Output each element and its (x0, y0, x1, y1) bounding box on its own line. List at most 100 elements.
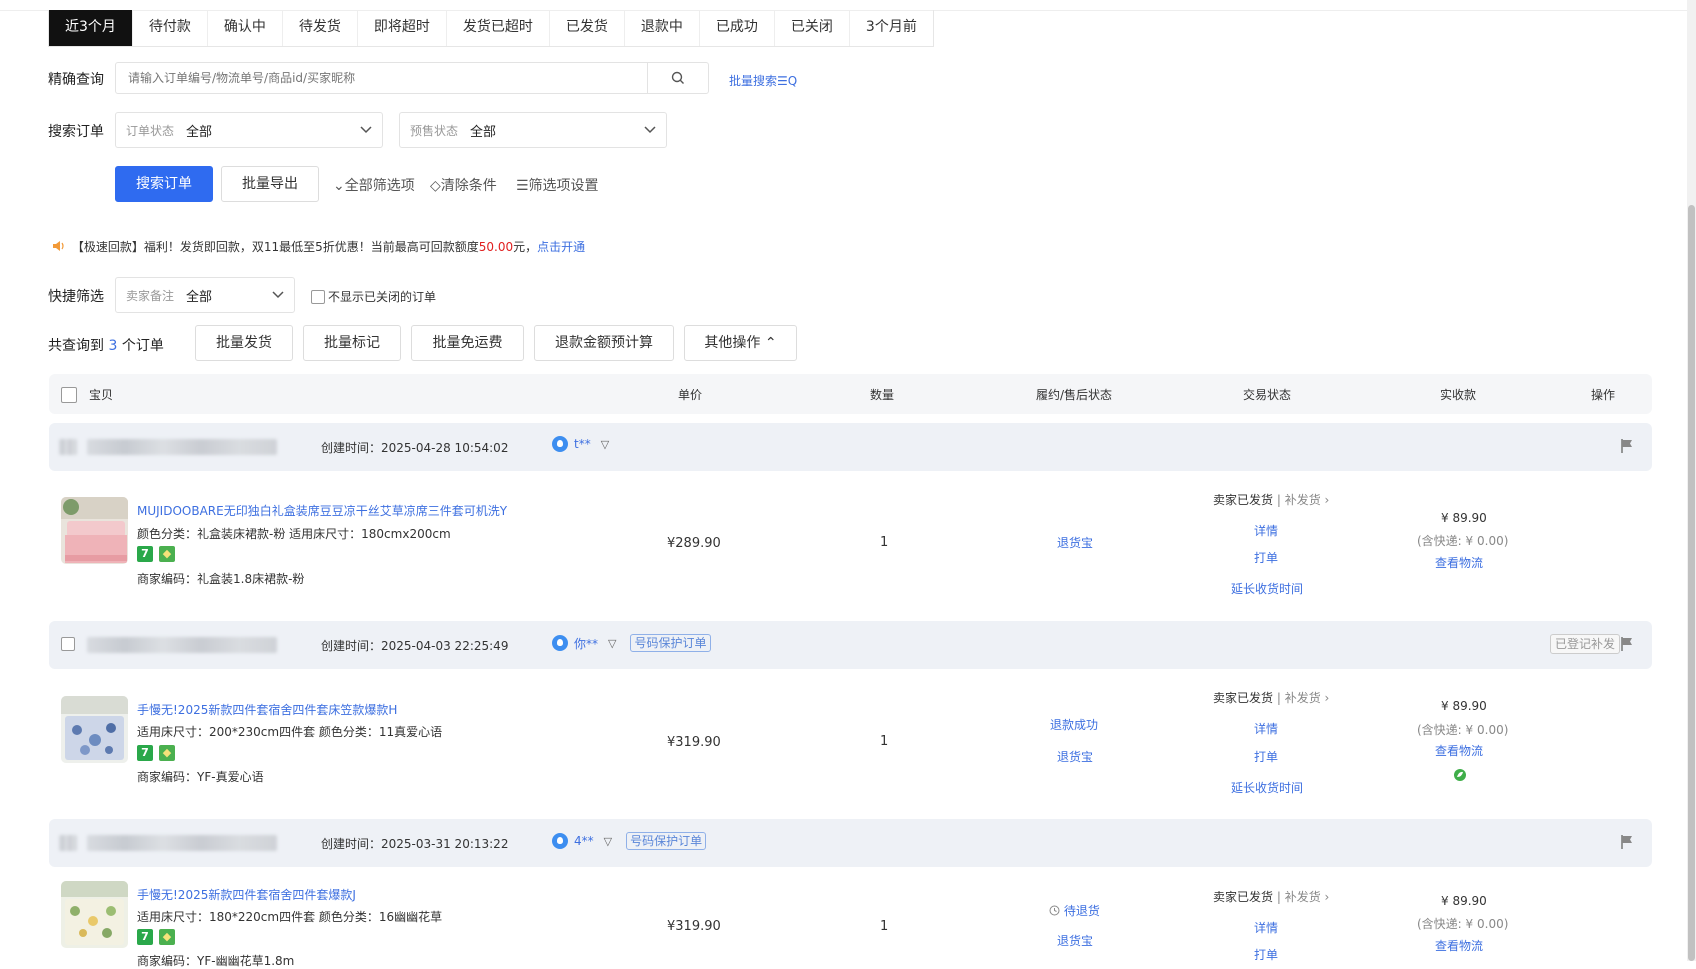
hide-closed-label: 不显示已关闭的订单 (328, 290, 437, 304)
shipping-insurance-icon: ◆ (159, 546, 175, 562)
order-id-blurred (87, 835, 277, 851)
trade-status-text: 卖家已发货 (1213, 691, 1274, 705)
buyer-info[interactable]: 你** ▽ 号码保护订单 (552, 634, 711, 652)
clear-conditions-button[interactable]: ◇清除条件 (430, 175, 497, 195)
batch-ship-button[interactable]: 批量发货 (195, 325, 293, 361)
batch-search-link[interactable]: 批量搜索☰Q (729, 72, 797, 89)
order-detail-link[interactable]: 详情 (1254, 919, 1278, 936)
order-detail-link[interactable]: 详情 (1254, 522, 1278, 539)
flag-icon[interactable] (1620, 636, 1634, 652)
notice-activate-link[interactable]: 点击开通 (537, 240, 585, 254)
batch-mark-button[interactable]: 批量标记 (303, 325, 401, 361)
seller-remark-select[interactable]: 卖家备注 全部 (115, 277, 295, 313)
tab-confirming[interactable]: 确认中 (208, 10, 283, 46)
order-id-blurred (87, 637, 277, 653)
tab-older-than-3-months[interactable]: 3个月前 (850, 10, 933, 46)
buyer-nickname[interactable]: t** (574, 437, 591, 451)
exact-search-input[interactable] (116, 63, 647, 93)
exact-search-label: 精确查询 (48, 72, 104, 88)
notice-text: 【极速回款】福利！发货即回款，双11最低至5折优惠！当前最高可回款额度 (71, 240, 479, 254)
buyer-nickname[interactable]: 4** (574, 834, 594, 848)
trade-status-text: 卖家已发货 (1213, 493, 1274, 507)
extend-receipt-link[interactable]: 延长收货时间 (1231, 779, 1303, 796)
exact-search-box (115, 62, 709, 94)
view-logistics-link[interactable]: 查看物流 (1435, 554, 1483, 571)
col-unit-price: 单价 (678, 388, 703, 402)
reship-link[interactable]: 补发货 (1285, 493, 1321, 507)
other-actions-button[interactable]: 其他操作 ⌃ (684, 325, 797, 361)
search-order-button[interactable]: 搜索订单 (115, 166, 213, 202)
print-order-link[interactable]: 打单 (1254, 946, 1278, 963)
filter-icon[interactable]: ▽ (601, 438, 609, 451)
view-logistics-link[interactable]: 查看物流 (1435, 937, 1483, 954)
filter-icon[interactable]: ▽ (608, 637, 616, 650)
batch-export-button[interactable]: 批量导出 (221, 166, 319, 202)
order-status-label: 订单状态 (126, 123, 175, 138)
tab-shipment-overdue[interactable]: 发货已超时 (447, 10, 550, 46)
buyer-avatar-icon (552, 833, 568, 849)
flag-icon[interactable] (1620, 834, 1634, 850)
trade-status: 卖家已发货 | 补发货 › (1213, 691, 1330, 705)
presale-status-select[interactable]: 预售状态 全部 (399, 112, 667, 148)
scrollbar-thumb[interactable] (1688, 205, 1695, 961)
buyer-nickname[interactable]: 你** (574, 635, 598, 652)
buyer-info[interactable]: 4** ▽ 号码保护订单 (552, 832, 707, 850)
tab-refunding[interactable]: 退款中 (625, 10, 700, 46)
order-detail-link[interactable]: 详情 (1254, 720, 1278, 737)
extend-receipt-link[interactable]: 延长收货时间 (1231, 580, 1303, 597)
filter-settings-button[interactable]: ☰筛选项设置 (516, 175, 599, 195)
seller-remark-label: 卖家备注 (126, 288, 175, 303)
buyer-avatar-icon (552, 635, 568, 651)
seven-day-return-icon: 7 (137, 929, 153, 945)
product-image[interactable] (61, 881, 128, 948)
reship-link[interactable]: 补发货 (1285, 890, 1321, 904)
product-spec: 适用床尺寸：200*230cm四件套 颜色分类：11真爱心语 (137, 725, 443, 739)
tab-shipped[interactable]: 已发货 (550, 10, 625, 46)
product-title-link[interactable]: 手慢无!2025新款四件套宿舍四件套床笠款爆款H (137, 701, 397, 718)
tab-pending-shipment[interactable]: 待发货 (283, 10, 358, 46)
chevron-down-icon (272, 291, 284, 299)
order-header: 创建时间：2025-03-31 20:13:22 4** ▽ 号码保护订单 (49, 819, 1652, 867)
trade-status: 卖家已发货 | 补发货 › (1213, 890, 1330, 904)
shipping-fee: (含快递: ¥ 0.00) (1417, 723, 1509, 737)
pending-return-status[interactable]: 待退货 (1049, 902, 1100, 919)
select-all-checkbox[interactable] (61, 387, 77, 403)
after-sale-tag[interactable]: 退货宝 (1057, 534, 1093, 551)
print-order-link[interactable]: 打单 (1254, 549, 1278, 566)
order-checkbox-blurred (59, 835, 77, 851)
product-title-link[interactable]: 手慢无!2025新款四件套宿舍四件套爆款J (137, 886, 356, 903)
order-status-select[interactable]: 订单状态 全部 (115, 112, 383, 148)
order-select-checkbox[interactable] (61, 637, 75, 651)
tab-pending-payment[interactable]: 待付款 (133, 10, 208, 46)
tab-about-to-timeout[interactable]: 即将超时 (358, 10, 447, 46)
shipping-insurance-icon: ◆ (159, 929, 175, 945)
after-sale-tag[interactable]: 退货宝 (1057, 748, 1093, 765)
unit-price: ¥289.90 (667, 536, 721, 551)
quick-filter-label: 快捷筛选 (48, 289, 104, 305)
refund-success-link[interactable]: 退款成功 (1050, 716, 1098, 733)
product-image[interactable] (61, 696, 128, 763)
view-logistics-link[interactable]: 查看物流 (1435, 742, 1483, 759)
search-button[interactable] (647, 63, 708, 93)
print-order-link[interactable]: 打单 (1254, 748, 1278, 765)
tab-succeeded[interactable]: 已成功 (700, 10, 775, 46)
hide-closed-option[interactable]: 不显示已关闭的订单 (311, 288, 436, 305)
batch-free-shipping-button[interactable]: 批量免运费 (411, 325, 524, 361)
all-filters-toggle[interactable]: ⌄全部筛选项 (333, 175, 415, 195)
order-status-value: 全部 (186, 124, 213, 140)
tab-closed[interactable]: 已关闭 (775, 10, 850, 46)
product-image[interactable] (61, 497, 128, 564)
order-tabs: 近3个月 待付款 确认中 待发货 即将超时 发货已超时 已发货 退款中 已成功 … (48, 10, 934, 47)
reship-link[interactable]: 补发货 (1285, 691, 1321, 705)
filter-icon[interactable]: ▽ (604, 835, 612, 848)
flag-icon[interactable] (1620, 438, 1634, 454)
hide-closed-checkbox[interactable] (311, 289, 325, 304)
merchant-code: 商家编码：礼盒装1.8床裙款-粉 (137, 572, 305, 586)
buyer-info[interactable]: t** ▽ (552, 436, 609, 452)
after-sale-tag[interactable]: 退货宝 (1057, 932, 1093, 949)
product-title-link[interactable]: MUJIDOOBARE无印独白礼盒装席豆豆凉干丝艾草凉席三件套可机洗Y (137, 502, 507, 519)
tab-recent-3-months[interactable]: 近3个月 (49, 10, 133, 46)
order-created-time: 创建时间：2025-04-03 22:25:49 (321, 639, 509, 653)
search-order-label: 搜索订单 (48, 124, 104, 140)
refund-precalc-button[interactable]: 退款金额预计算 (534, 325, 674, 361)
